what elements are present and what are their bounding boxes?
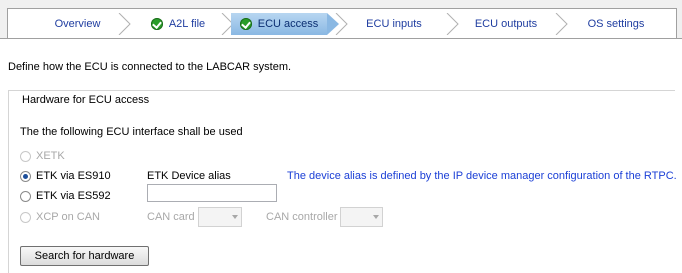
chevron-down-icon xyxy=(373,215,379,219)
radio-button[interactable] xyxy=(20,211,31,223)
step-label: Overview xyxy=(54,18,101,30)
radio-button[interactable] xyxy=(20,150,31,162)
step-os-settings[interactable]: OS settings xyxy=(566,13,666,35)
step-a2l-file[interactable]: A2L file xyxy=(128,13,228,35)
etk-device-alias-label: ETK Device alias xyxy=(147,170,231,182)
check-icon xyxy=(239,18,252,30)
check-icon xyxy=(150,18,163,30)
step-label: A2L file xyxy=(168,18,206,30)
step-ecu-access[interactable]: ECU access xyxy=(231,13,327,35)
button-label: Search for hardware xyxy=(34,250,135,262)
chevron-down-icon xyxy=(232,215,238,219)
step-label: ECU outputs xyxy=(474,18,538,30)
alias-note: The device alias is defined by the IP de… xyxy=(287,170,677,182)
radio-button[interactable] xyxy=(20,170,31,182)
can-controller-label: CAN controller xyxy=(266,211,338,223)
etk-device-alias-input[interactable] xyxy=(147,184,277,202)
radio-etk-es910[interactable]: ETK via ES910 xyxy=(20,170,111,182)
group-title: Hardware for ECU access xyxy=(20,94,152,106)
step-label: OS settings xyxy=(587,18,645,30)
page-description: Define how the ECU is connected to the L… xyxy=(8,61,292,73)
search-hardware-button[interactable]: Search for hardware xyxy=(20,246,149,266)
step-ecu-outputs[interactable]: ECU outputs xyxy=(456,13,556,35)
radio-xcp-can[interactable]: XCP on CAN xyxy=(20,211,100,223)
wizard-nav: Overview A2L file ECU access ECU inputs … xyxy=(0,0,682,39)
can-card-select[interactable] xyxy=(198,207,242,227)
radio-button[interactable] xyxy=(20,190,31,202)
can-controller-select[interactable] xyxy=(340,207,383,227)
radio-label: ETK via ES592 xyxy=(36,190,111,202)
radio-etk-es592[interactable]: ETK via ES592 xyxy=(20,190,111,202)
step-ecu-inputs[interactable]: ECU inputs xyxy=(345,13,443,35)
radio-xetk[interactable]: XETK xyxy=(20,150,65,162)
can-card-label: CAN card xyxy=(147,211,195,223)
interface-instruction: The the following ECU interface shall be… xyxy=(20,126,243,138)
step-overview[interactable]: Overview xyxy=(40,13,115,35)
radio-label: ETK via ES910 xyxy=(36,170,111,182)
radio-label: XETK xyxy=(36,150,65,162)
step-label: ECU access xyxy=(257,18,319,30)
radio-label: XCP on CAN xyxy=(36,211,100,223)
step-label: ECU inputs xyxy=(366,18,422,30)
